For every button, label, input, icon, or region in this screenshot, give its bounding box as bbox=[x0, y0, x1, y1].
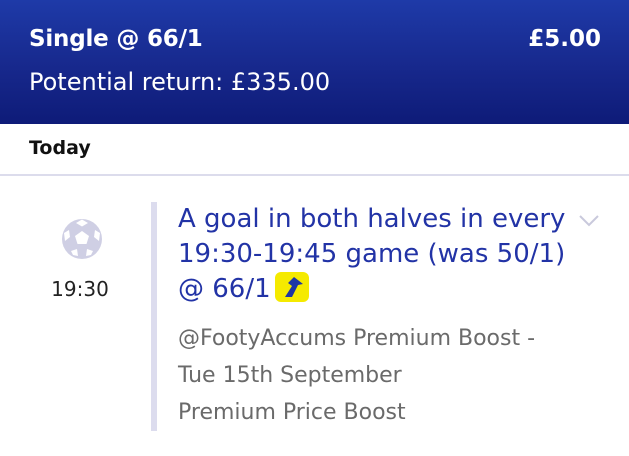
chevron-down-icon[interactable] bbox=[578, 214, 600, 228]
event-details: @FootyAccums Premium Boost - Tue 15th Se… bbox=[178, 320, 608, 431]
detail-line: Tue 15th September bbox=[178, 363, 402, 388]
day-header: Today bbox=[0, 124, 629, 176]
day-label: Today bbox=[29, 137, 91, 159]
divider bbox=[151, 202, 157, 431]
potential-return: Potential return: £335.00 bbox=[29, 68, 331, 96]
bet-type: Single @ 66/1 bbox=[29, 26, 203, 52]
selection-text: A goal in both halves in every 19:30-19:… bbox=[178, 204, 566, 304]
football-icon bbox=[62, 219, 102, 259]
selection-name[interactable]: A goal in both halves in every 19:30-19:… bbox=[178, 202, 578, 307]
detail-line: Premium Price Boost bbox=[178, 400, 406, 425]
bet-header: Single @ 66/1 £5.00 Potential return: £3… bbox=[0, 0, 629, 124]
event-time: 19:30 bbox=[51, 277, 109, 301]
boost-arrow-icon bbox=[274, 272, 309, 302]
event-row[interactable]: 19:30 A goal in both halves in every 19:… bbox=[0, 178, 629, 456]
stake-amount: £5.00 bbox=[528, 26, 601, 52]
detail-line: @FootyAccums Premium Boost - bbox=[178, 326, 536, 351]
